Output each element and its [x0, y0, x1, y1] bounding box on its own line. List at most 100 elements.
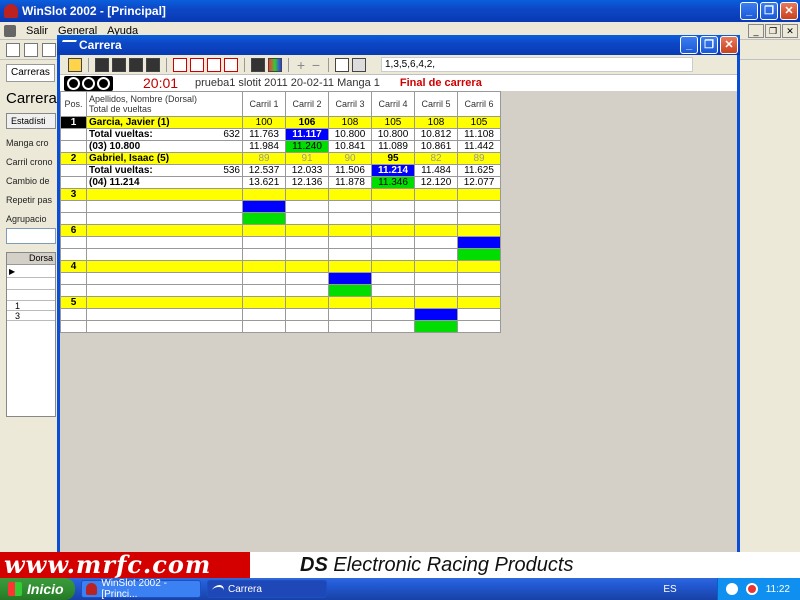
driver-best-row[interactable]: [60, 284, 501, 297]
total-laps: Total vueltas: 536: [86, 164, 243, 177]
carrera-maximize-button[interactable]: ❐: [700, 36, 718, 54]
header-name: Apellidos, Nombre (Dorsal) Total de vuelt…: [86, 91, 243, 117]
main-window-title: WinSlot 2002 - [Principal]: [22, 4, 166, 18]
mdi-minimize-button[interactable]: _: [748, 23, 764, 38]
driver-row[interactable]: 2 Gabriel, Isaac (5) 89 91 90 95 82 89: [60, 152, 501, 165]
carrera-minimize-button[interactable]: _: [680, 36, 698, 54]
system-tray: 11:22: [716, 578, 800, 600]
race-info: prueba1 slotit 2011 20-02-11 Manga 1: [195, 77, 380, 89]
lap-time: 11.089: [371, 140, 415, 153]
lap-time: 11.214: [371, 164, 415, 177]
lap-time: 11.484: [414, 164, 458, 177]
lane-laps: 108: [414, 116, 458, 129]
agrupacion-input[interactable]: [6, 228, 56, 244]
plus-icon[interactable]: +: [295, 57, 307, 73]
color-grid-icon[interactable]: [268, 57, 282, 72]
settings-icon[interactable]: [224, 57, 238, 72]
page-icon[interactable]: [190, 57, 204, 72]
lap-time: 12.033: [285, 164, 329, 177]
header-lane-1: Carril 1: [242, 91, 286, 117]
driver-best-row[interactable]: [60, 320, 501, 333]
menu-salir[interactable]: Salir: [26, 25, 48, 37]
driver-best-row[interactable]: (03) 10.800 11.984 11.240 10.841 11.089 …: [60, 140, 501, 153]
bg-label-manga: Manga cro: [6, 138, 49, 148]
header-pos: Pos.: [60, 91, 87, 117]
lap-time: 10.812: [414, 128, 458, 141]
mdi-restore-button[interactable]: ❐: [765, 23, 781, 38]
taskbar-item-winslot[interactable]: WinSlot 2002 - [Princi...: [81, 578, 201, 600]
lap-time: 10.800: [371, 128, 415, 141]
carrera-close-button[interactable]: ✕: [720, 36, 738, 54]
driver-name: Garcia, Javier (1): [86, 116, 243, 129]
driver-row[interactable]: 3: [60, 188, 501, 201]
lane-laps: 91: [285, 152, 329, 165]
start-race-icon[interactable]: [68, 57, 82, 72]
bg-heading: Carrera: [6, 90, 57, 107]
driver-total-row[interactable]: [60, 200, 501, 213]
open-folder-icon[interactable]: [24, 42, 38, 57]
lane-laps: 89: [242, 152, 286, 165]
cancel-icon[interactable]: [207, 57, 221, 72]
carrera-title-bar[interactable]: Carrera _ ❐ ✕: [57, 35, 740, 55]
status-row: 20:01 prueba1 slotit 2011 20-02-11 Manga…: [60, 75, 737, 91]
minimize-button[interactable]: _: [740, 2, 758, 20]
driver-pos: 3: [60, 188, 87, 201]
header-lane-4: Carril 4: [371, 91, 415, 117]
minus-icon[interactable]: −: [310, 57, 322, 73]
driver-total-row[interactable]: [60, 236, 501, 249]
driver-best-row[interactable]: [60, 248, 501, 261]
close-button[interactable]: ✕: [780, 2, 798, 20]
row-pointer-icon: ▶: [9, 267, 16, 276]
winslot-app-icon: [86, 583, 98, 595]
driver-total-row[interactable]: [60, 308, 501, 321]
lap-time: 11.117: [285, 128, 329, 141]
lane-order-field[interactable]: 1,3,5,6,4,2,: [381, 57, 693, 72]
mrfc-banner: www.mrfc.com: [0, 552, 250, 578]
bg-label-carril: Carril crono: [6, 157, 53, 167]
new-file-icon[interactable]: [6, 42, 20, 57]
start-button[interactable]: Inicio: [0, 578, 75, 600]
driver-row[interactable]: 4: [60, 260, 501, 273]
antivirus-icon[interactable]: [745, 583, 758, 595]
driver-total-row[interactable]: Total vueltas: 632 11.763 11.117 10.800 1…: [60, 128, 501, 141]
timer-icon[interactable]: [173, 57, 187, 72]
flag-icon[interactable]: [146, 57, 160, 72]
flag-icon[interactable]: [129, 57, 143, 72]
lane-laps: 90: [328, 152, 372, 165]
driver-best-row[interactable]: (04) 11.214 13.621 12.136 11.878 11.346 …: [60, 176, 501, 189]
tab-carreras[interactable]: Carreras: [6, 64, 55, 82]
lap-time: 11.625: [457, 164, 501, 177]
mdi-close-button[interactable]: ✕: [782, 23, 798, 38]
driver-row[interactable]: 6: [60, 224, 501, 237]
driver-total-row[interactable]: Total vueltas: 536 12.537 12.033 11.506 1…: [60, 164, 501, 177]
help-icon[interactable]: [725, 583, 738, 595]
lane-laps: 82: [414, 152, 458, 165]
taskbar-item-carrera[interactable]: Carrera: [207, 580, 327, 598]
light-icon: [97, 76, 110, 90]
grid-icon[interactable]: [251, 57, 265, 72]
bg-grid[interactable]: Dorsa ▶ 1 3: [6, 252, 56, 417]
document-icon[interactable]: [335, 57, 349, 72]
main-title-bar[interactable]: WinSlot 2002 - [Principal] _ ❐ ✕: [0, 0, 800, 22]
flag-icon[interactable]: [112, 57, 126, 72]
estadisticas-button[interactable]: Estadísti: [6, 113, 56, 129]
maximize-button[interactable]: ❐: [760, 2, 778, 20]
driver-best-row[interactable]: [60, 212, 501, 225]
language-indicator[interactable]: ES: [663, 584, 676, 595]
driver-row[interactable]: 1 Garcia, Javier (1) 100 106 108 105 108…: [60, 116, 501, 129]
light-icon: [82, 76, 95, 90]
race-grid-area[interactable]: Pos. Apellidos, Nombre (Dorsal) Total de …: [60, 91, 737, 552]
driver-total-row[interactable]: [60, 272, 501, 285]
clock[interactable]: 11:22: [766, 584, 790, 595]
driver-pos: 5: [60, 296, 87, 309]
flag-icon[interactable]: [95, 57, 109, 72]
driver-row[interactable]: 5: [60, 296, 501, 309]
driver-pos: 1: [60, 116, 87, 129]
print-icon[interactable]: [352, 57, 366, 72]
mdi-child-icon[interactable]: [4, 24, 16, 37]
save-icon[interactable]: [42, 42, 56, 57]
bg-label-cambio: Cambio de: [6, 176, 50, 186]
race-grid[interactable]: Pos. Apellidos, Nombre (Dorsal) Total de …: [60, 91, 501, 333]
taskbar: Inicio WinSlot 2002 - [Princi... Carrera…: [0, 578, 800, 600]
lap-time: 11.506: [328, 164, 372, 177]
